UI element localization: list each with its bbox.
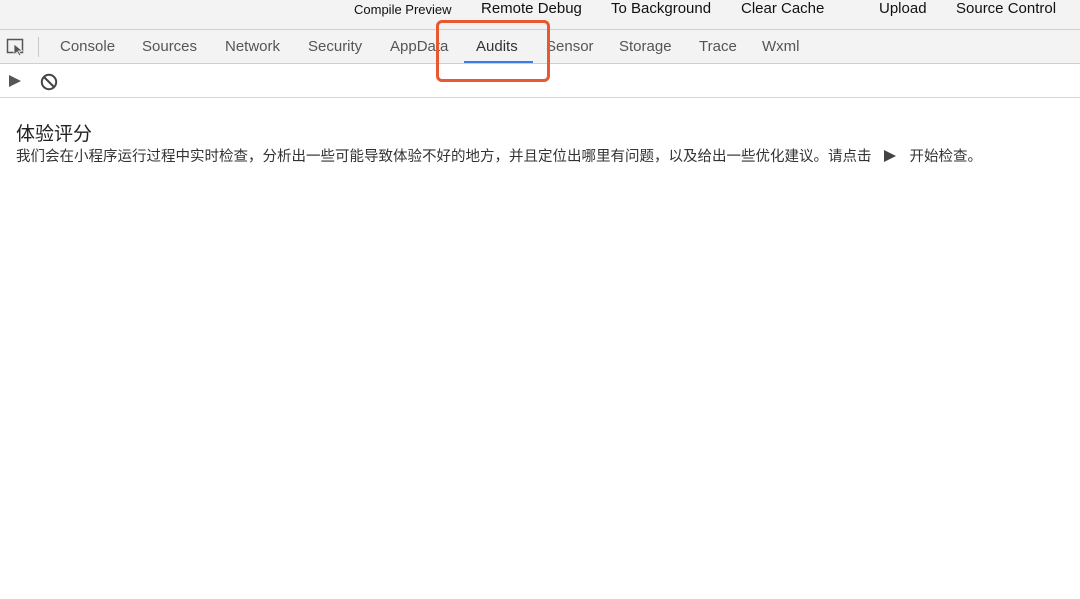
audits-title: 体验评分 [16,123,93,145]
to-background-button[interactable]: To Background [611,0,711,18]
tab-trace[interactable]: Trace [699,30,737,64]
play-icon[interactable] [8,74,22,88]
tab-console[interactable]: Console [60,30,115,64]
audits-description-text: 我们会在小程序运行过程中实时检查，分析出一些可能导致体验不好的地方，并且定位出哪… [16,149,872,165]
inline-play-icon[interactable] [883,150,896,162]
audits-description-end: 开始检查。 [909,149,983,165]
audits-description: 我们会在小程序运行过程中实时检查，分析出一些可能导致体验不好的地方，并且定位出哪… [16,145,982,166]
tab-wxml[interactable]: Wxml [762,30,800,64]
clear-cache-button[interactable]: Clear Cache [741,0,824,18]
block-icon[interactable] [40,73,58,91]
compile-preview-button[interactable]: Compile Preview [354,1,452,19]
audits-toolbar [0,64,1080,98]
tab-audits[interactable]: Audits [476,30,518,64]
devtools-tab-bar: Console Sources Network Security AppData… [0,29,1080,64]
tab-appdata[interactable]: AppData [390,30,448,64]
tab-sources[interactable]: Sources [142,30,197,64]
tab-network[interactable]: Network [225,30,280,64]
tab-storage[interactable]: Storage [619,30,672,64]
remote-debug-button[interactable]: Remote Debug [481,0,582,18]
inspect-element-icon[interactable] [6,38,26,56]
top-toolbar: Compile Preview Remote Debug To Backgrou… [0,0,1080,29]
source-control-button[interactable]: Source Control [956,0,1056,18]
active-tab-indicator [464,61,533,63]
tab-security[interactable]: Security [308,30,362,64]
tab-separator [38,37,39,57]
upload-button[interactable]: Upload [879,0,927,18]
tab-sensor[interactable]: Sensor [546,30,594,64]
